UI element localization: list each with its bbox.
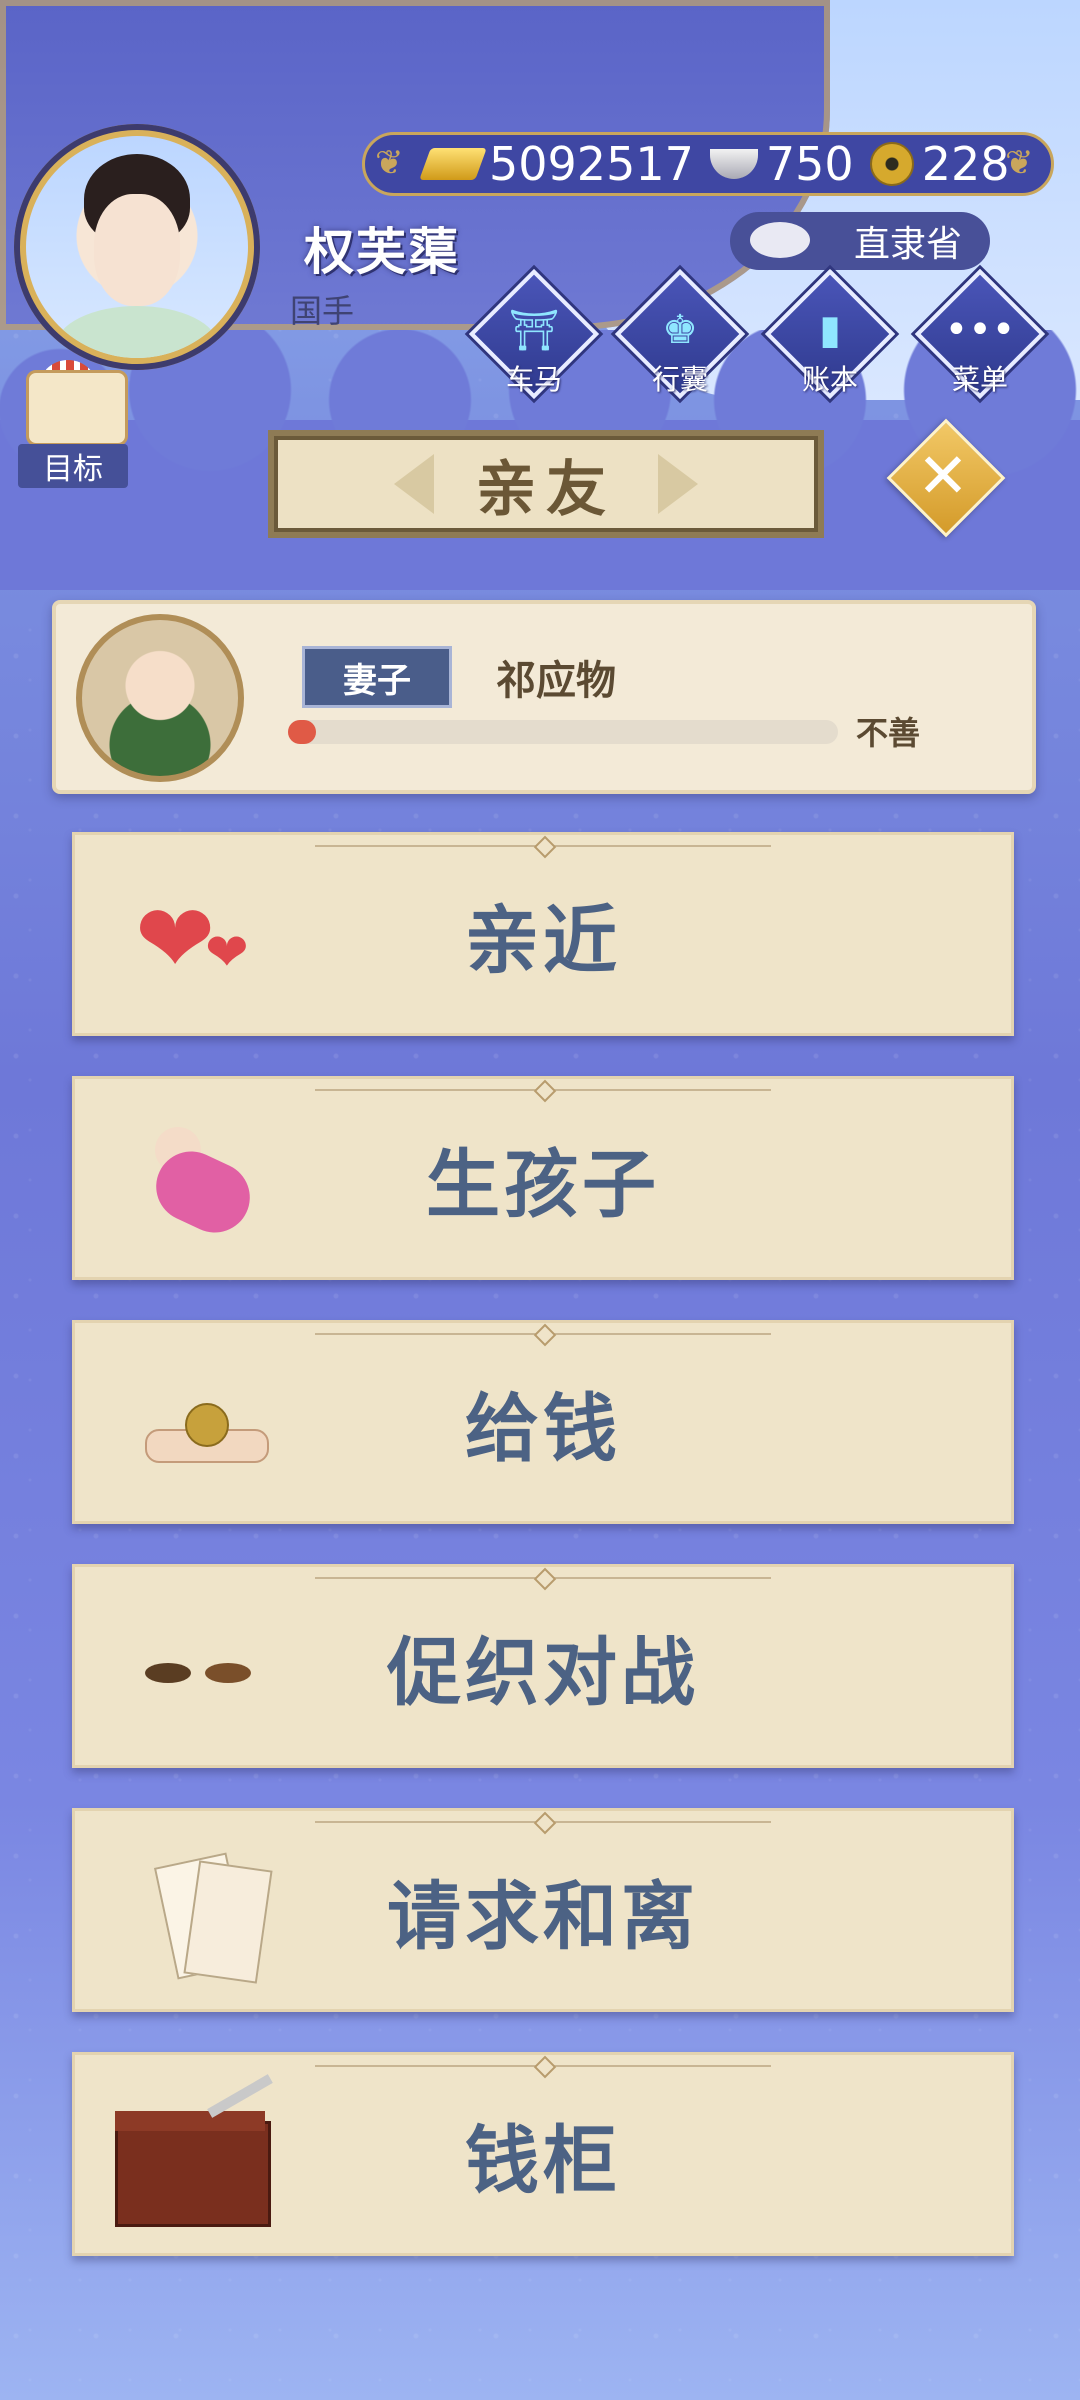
action-give-money-button[interactable]: 给钱 — [72, 1320, 1014, 1524]
leaf-ornament-icon: ❦ — [375, 143, 404, 183]
spouse-name: 祁应物 — [496, 658, 616, 704]
spouse-avatar[interactable] — [76, 614, 244, 782]
gold-amount: 5092517 — [489, 137, 694, 191]
player-name: 权芙蕖 — [304, 223, 460, 281]
action-intimacy-button[interactable]: ❤ ❤ 亲近 — [72, 832, 1014, 1036]
location-button[interactable]: 直隶省 — [730, 212, 990, 270]
player-avatar[interactable] — [26, 136, 248, 358]
close-icon[interactable]: ✕ — [904, 436, 982, 514]
silver-amount: 750 — [765, 137, 854, 191]
spouse-card[interactable]: 妻子 祁应物 不善 — [52, 600, 1036, 794]
panel-title: 亲友 — [476, 454, 616, 525]
menu-ledger-button[interactable]: ▮ 账本 — [764, 268, 896, 402]
action-cricket-battle-button[interactable]: 促织对战 — [72, 1564, 1014, 1768]
goal-label: 目标 — [18, 444, 128, 488]
goal-button[interactable]: 目标 — [18, 360, 128, 488]
menu-bag-button[interactable]: ♚ 行囊 — [614, 268, 746, 402]
relation-bar — [288, 720, 838, 744]
menu-dots-icon: ••• — [944, 307, 1016, 353]
province-icon — [750, 222, 810, 258]
gold-ingot-icon — [419, 148, 487, 180]
ledger-icon: ▮ — [818, 307, 841, 353]
location-label: 直隶省 — [853, 224, 962, 265]
spouse-role-tag: 妻子 — [302, 646, 452, 708]
carriage-icon: ⛩ — [508, 307, 560, 354]
currency-bar: ❦ 5092517 750 228 ❦ — [362, 132, 1054, 196]
relation-bar-fill — [288, 720, 316, 744]
player-title: 国手 — [290, 292, 355, 330]
leaf-ornament-icon: ❦ — [1005, 143, 1034, 183]
menu-main-button[interactable]: ••• 菜单 — [914, 268, 1046, 402]
panel-title-plate: 亲友 — [268, 430, 824, 538]
action-request-divorce-button[interactable]: 请求和离 — [72, 1808, 1014, 2012]
silver-ingot-icon — [709, 149, 758, 179]
coin-amount: 228 — [921, 137, 1010, 191]
copper-coin-icon — [869, 142, 914, 186]
scroll-icon — [26, 370, 128, 446]
bag-icon: ♚ — [662, 307, 698, 353]
menu-carriage-button[interactable]: ⛩ 车马 — [468, 268, 600, 402]
action-money-chest-button[interactable]: 钱柜 — [72, 2052, 1014, 2256]
action-have-child-button[interactable]: 生孩子 — [72, 1076, 1014, 1280]
relation-status: 不善 — [856, 714, 921, 752]
